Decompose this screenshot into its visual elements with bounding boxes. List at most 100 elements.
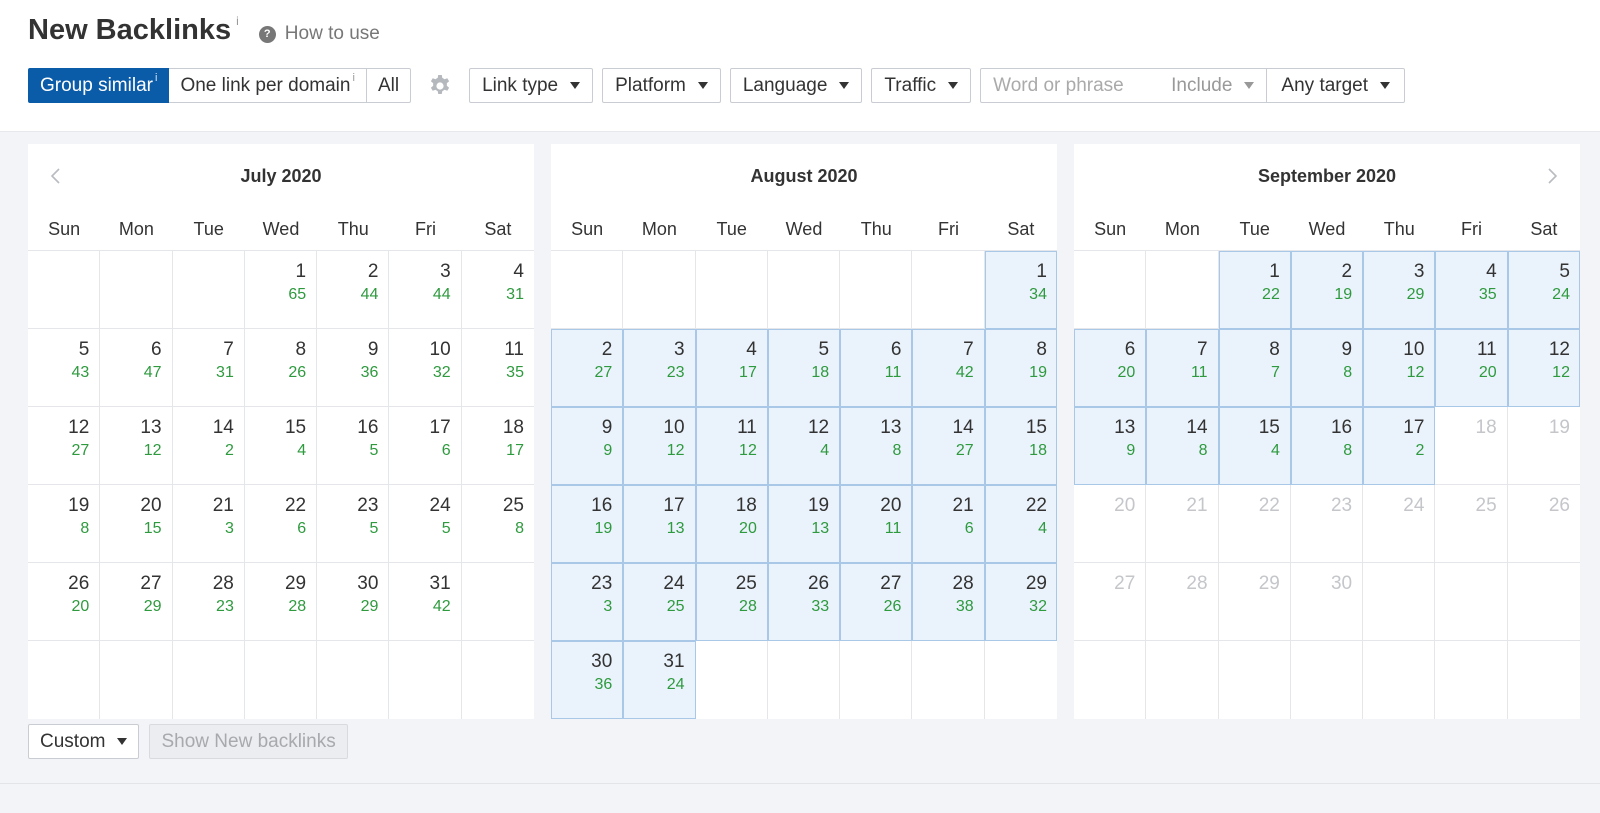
day-cell[interactable]: 28 23 <box>173 563 245 641</box>
platform-dropdown[interactable]: Platform <box>602 68 721 103</box>
day-cell-selected[interactable]: 13 9 <box>1074 407 1147 485</box>
day-cell[interactable]: 9 36 <box>317 329 390 407</box>
day-cell-selected[interactable]: 10 12 <box>623 407 696 485</box>
day-cell-selected[interactable]: 98 <box>1290 329 1364 407</box>
day-cell[interactable]: 23 <box>1291 485 1364 563</box>
day-cell-selected[interactable]: 11 20 <box>1435 329 1508 407</box>
day-cell[interactable]: 26 20 <box>28 563 101 641</box>
day-cell-selected[interactable]: 15 18 <box>984 407 1057 485</box>
day-cell[interactable]: 3 44 <box>389 251 462 329</box>
day-cell[interactable]: 17 6 <box>389 407 462 485</box>
day-cell[interactable]: 22 <box>1219 485 1291 563</box>
day-cell-selected[interactable]: 29 32 <box>984 563 1057 641</box>
day-cell[interactable]: 21 <box>1146 485 1219 563</box>
day-cell-selected[interactable]: 31 24 <box>623 641 696 719</box>
chevron-right-icon[interactable] <box>1542 166 1562 186</box>
day-cell[interactable]: 8 26 <box>245 329 318 407</box>
day-cell[interactable]: 20 <box>1074 485 1147 563</box>
day-cell-selected[interactable]: 23 3 <box>551 563 624 641</box>
gear-icon[interactable] <box>427 73 453 99</box>
day-cell-selected[interactable]: 3 29 <box>1363 251 1436 329</box>
day-cell[interactable]: 27 <box>1074 563 1147 641</box>
day-cell[interactable]: 29 28 <box>245 563 318 641</box>
day-cell-selected[interactable]: 4 35 <box>1435 251 1508 329</box>
period-dropdown[interactable]: Custom <box>28 724 140 759</box>
day-cell-selected[interactable]: 12 12 <box>1507 329 1580 407</box>
day-cell-selected[interactable]: 11 12 <box>695 407 768 485</box>
language-dropdown[interactable]: Language <box>729 68 863 103</box>
day-cell-selected[interactable]: 16 8 <box>1290 407 1364 485</box>
day-cell-selected[interactable]: 4 17 <box>695 329 768 407</box>
day-cell-selected[interactable]: 24 25 <box>623 563 696 641</box>
day-cell[interactable]: 4 31 <box>462 251 534 329</box>
day-cell-selected[interactable]: 16 19 <box>551 485 624 563</box>
day-cell[interactable]: 14 2 <box>173 407 245 485</box>
include-dropdown[interactable]: Include <box>1171 69 1268 102</box>
day-cell-selected[interactable]: 14 27 <box>912 407 985 485</box>
day-cell-selected[interactable]: 22 4 <box>984 485 1057 563</box>
day-cell[interactable]: 12 27 <box>28 407 101 485</box>
day-cell-selected[interactable]: 1 34 <box>984 251 1057 329</box>
day-cell-selected[interactable]: 27 26 <box>840 563 913 641</box>
chevron-left-icon[interactable] <box>46 166 66 186</box>
day-cell[interactable]: 26 <box>1508 485 1580 563</box>
day-cell-selected[interactable]: 25 28 <box>695 563 768 641</box>
any-target-dropdown[interactable]: Any target <box>1267 69 1404 102</box>
day-cell-selected[interactable]: 18 20 <box>695 485 768 563</box>
day-cell[interactable]: 30 29 <box>317 563 390 641</box>
day-cell[interactable]: 5 43 <box>28 329 101 407</box>
day-cell-selected[interactable]: 28 38 <box>912 563 985 641</box>
day-cell[interactable]: 2 44 <box>317 251 390 329</box>
day-cell[interactable]: 15 4 <box>245 407 318 485</box>
day-cell-selected[interactable]: 7 11 <box>1146 329 1219 407</box>
word-or-phrase-input[interactable] <box>981 69 1172 102</box>
day-cell[interactable]: 30 <box>1291 563 1364 641</box>
day-cell-selected[interactable]: 17 2 <box>1363 407 1436 485</box>
day-cell-selected[interactable]: 2 27 <box>551 329 624 407</box>
day-cell-selected[interactable]: 20 11 <box>840 485 913 563</box>
day-cell-selected[interactable]: 19 13 <box>767 485 841 563</box>
day-cell[interactable]: 25 8 <box>462 485 534 563</box>
day-cell-selected[interactable]: 7 42 <box>912 329 985 407</box>
group-similar-button[interactable]: Group similar i <box>28 68 170 103</box>
day-cell-selected[interactable]: 5 24 <box>1507 251 1580 329</box>
day-cell-selected[interactable]: 99 <box>551 407 624 485</box>
day-cell-selected[interactable]: 17 13 <box>623 485 696 563</box>
day-cell[interactable]: 13 12 <box>100 407 173 485</box>
day-cell[interactable]: 19 8 <box>28 485 101 563</box>
link-type-dropdown[interactable]: Link type <box>469 68 594 103</box>
day-cell[interactable]: 24 <box>1363 485 1436 563</box>
day-cell[interactable]: 31 42 <box>389 563 462 641</box>
day-cell[interactable]: 19 <box>1508 407 1580 485</box>
day-cell[interactable]: 22 6 <box>245 485 318 563</box>
day-cell-selected[interactable]: 2 19 <box>1290 251 1364 329</box>
day-cell[interactable]: 165 <box>317 407 390 485</box>
day-cell[interactable]: 6 47 <box>100 329 173 407</box>
day-cell[interactable]: 23 5 <box>317 485 390 563</box>
day-cell-selected[interactable]: 6 11 <box>840 329 913 407</box>
day-cell[interactable]: 21 3 <box>173 485 245 563</box>
day-cell[interactable]: 27 29 <box>100 563 173 641</box>
day-cell-selected[interactable]: 26 33 <box>767 563 841 641</box>
day-cell-selected[interactable]: 13 8 <box>840 407 913 485</box>
how-to-use-link[interactable]: ? How to use <box>258 23 380 45</box>
all-links-button[interactable]: All <box>366 68 412 103</box>
day-cell-selected[interactable]: 87 <box>1218 329 1291 407</box>
day-cell-selected[interactable]: 21 6 <box>912 485 985 563</box>
day-cell[interactable]: 11 35 <box>462 329 534 407</box>
day-cell-selected[interactable]: 5 18 <box>767 329 841 407</box>
day-cell-selected[interactable]: 15 4 <box>1218 407 1291 485</box>
day-cell[interactable]: 10 32 <box>389 329 462 407</box>
day-cell[interactable]: 165 <box>245 251 318 329</box>
day-cell[interactable]: 20 15 <box>100 485 173 563</box>
day-cell-selected[interactable]: 12 4 <box>767 407 841 485</box>
day-cell-selected[interactable]: 8 19 <box>984 329 1057 407</box>
day-cell-selected[interactable]: 30 36 <box>551 641 624 719</box>
day-cell[interactable]: 29 <box>1219 563 1291 641</box>
traffic-dropdown[interactable]: Traffic <box>871 68 972 103</box>
day-cell-selected[interactable]: 14 8 <box>1146 407 1219 485</box>
day-cell[interactable]: 25 <box>1435 485 1508 563</box>
day-cell-selected[interactable]: 3 23 <box>623 329 696 407</box>
day-cell-selected[interactable]: 10 12 <box>1363 329 1436 407</box>
one-link-per-domain-button[interactable]: One link per domain i <box>169 68 367 103</box>
